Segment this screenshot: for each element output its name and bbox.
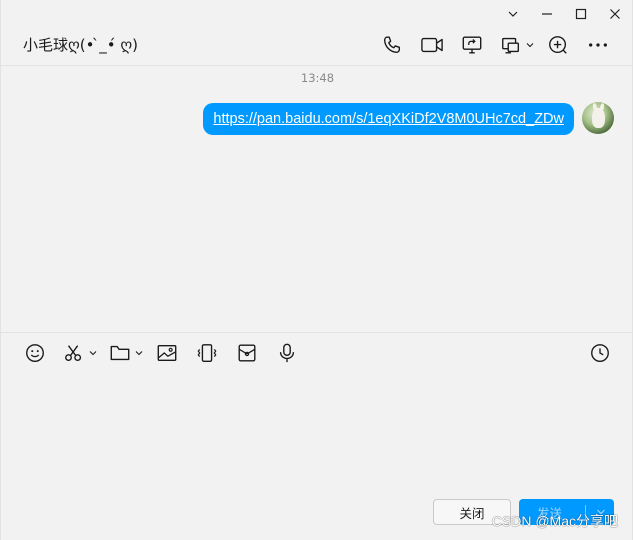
message-timestamp: 13:48: [300, 71, 335, 85]
avatar[interactable]: [582, 102, 614, 134]
add-icon[interactable]: [538, 30, 578, 60]
voice-microphone-icon[interactable]: [267, 339, 307, 367]
video-camera-icon[interactable]: [412, 30, 452, 60]
send-button-label: 发送: [537, 505, 563, 521]
header-toolbar: [372, 30, 618, 60]
send-button[interactable]: 发送: [519, 499, 614, 525]
phone-icon[interactable]: [372, 30, 412, 60]
close-window-button[interactable]: [598, 0, 632, 28]
contact-name[interactable]: 小毛球ღ(• ̀_•́ ღ): [23, 34, 138, 55]
chevron-down-icon[interactable]: [526, 41, 534, 49]
chevron-down-icon[interactable]: [496, 0, 530, 28]
screen-share-icon[interactable]: [452, 30, 492, 60]
maximize-button[interactable]: [564, 0, 598, 28]
emoji-icon[interactable]: [15, 339, 55, 367]
chat-header: 小毛球ღ(• ̀_•́ ღ): [1, 28, 633, 66]
screenshot-scissors-icon[interactable]: [55, 339, 101, 367]
clock-icon[interactable]: [586, 339, 614, 367]
input-divider: [1, 332, 633, 333]
chevron-down-icon[interactable]: [135, 349, 143, 357]
more-icon[interactable]: [578, 30, 618, 60]
chevron-down-icon[interactable]: [89, 349, 97, 357]
minimize-button[interactable]: [530, 0, 564, 28]
window-controls: [496, 0, 632, 28]
folder-icon[interactable]: [101, 339, 147, 367]
chat-window: 小毛球ღ(• ̀_•́ ღ) 13:48 https://pan.baidu.c…: [0, 0, 633, 540]
message-list[interactable]: 13:48 https://pan.baidu.com/s/1eqXKiDf2V…: [1, 66, 633, 332]
close-button[interactable]: 关闭: [433, 499, 511, 525]
red-packet-icon[interactable]: [227, 339, 267, 367]
remote-assist-icon[interactable]: [492, 30, 538, 60]
input-toolbar: [15, 339, 307, 367]
message-bubble-link[interactable]: https://pan.baidu.com/s/1eqXKiDf2V8M0UHc…: [203, 103, 574, 135]
message-input[interactable]: [19, 372, 616, 490]
shake-icon[interactable]: [187, 339, 227, 367]
chevron-down-icon[interactable]: [596, 507, 606, 517]
send-divider: [585, 505, 586, 519]
image-icon[interactable]: [147, 339, 187, 367]
